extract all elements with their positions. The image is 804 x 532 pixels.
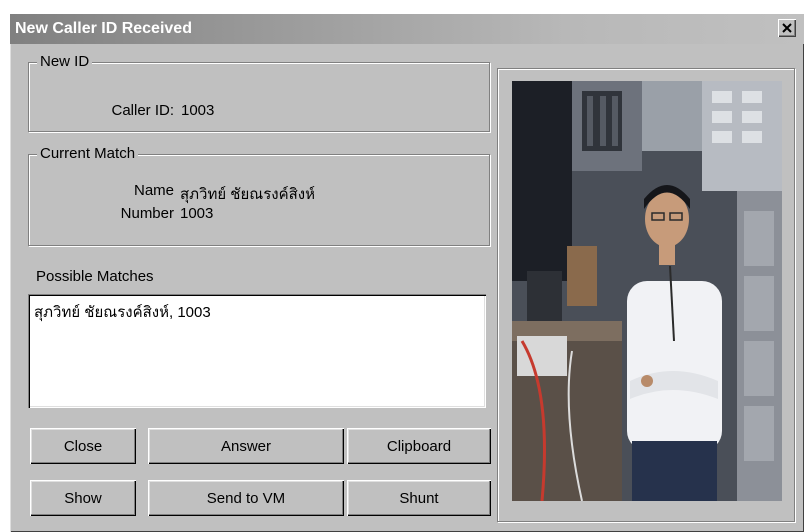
new-id-group: New ID bbox=[28, 53, 490, 132]
close-icon bbox=[782, 23, 792, 33]
current-match-legend: Current Match bbox=[37, 145, 139, 162]
clipboard-button[interactable]: Clipboard bbox=[347, 428, 491, 464]
send-to-vm-button[interactable]: Send to VM bbox=[148, 480, 344, 516]
caller-id-value: 1003 bbox=[181, 102, 215, 119]
possible-matches-label: Possible Matches bbox=[36, 268, 154, 285]
title-bar[interactable]: New Caller ID Received bbox=[10, 14, 804, 44]
close-window-button[interactable] bbox=[778, 19, 796, 37]
list-item[interactable]: สุภวิทย์ ชัยณรงค์สิงห์, 1003 bbox=[34, 300, 211, 324]
answer-button[interactable]: Answer bbox=[148, 428, 344, 464]
number-label: Number bbox=[120, 205, 174, 222]
possible-matches-list[interactable]: สุภวิทย์ ชัยณรงค์สิงห์, 1003 bbox=[28, 294, 486, 408]
new-id-legend: New ID bbox=[37, 53, 93, 70]
name-label: Name bbox=[133, 182, 174, 199]
caller-photo bbox=[512, 81, 782, 502]
caller-id-label: Caller ID: bbox=[111, 102, 174, 119]
close-button[interactable]: Close bbox=[30, 428, 136, 464]
photo-frame bbox=[497, 68, 795, 522]
shunt-button[interactable]: Shunt bbox=[347, 480, 491, 516]
window-title: New Caller ID Received bbox=[15, 20, 192, 37]
name-value: สุภวิทย์ ชัยณรงค์สิงห์ bbox=[180, 186, 315, 203]
show-button[interactable]: Show bbox=[30, 480, 136, 516]
number-value: 1003 bbox=[180, 205, 214, 222]
caller-id-dialog: New Caller ID Received New ID Caller ID:… bbox=[10, 14, 804, 532]
caller-photo-icon bbox=[512, 81, 782, 502]
